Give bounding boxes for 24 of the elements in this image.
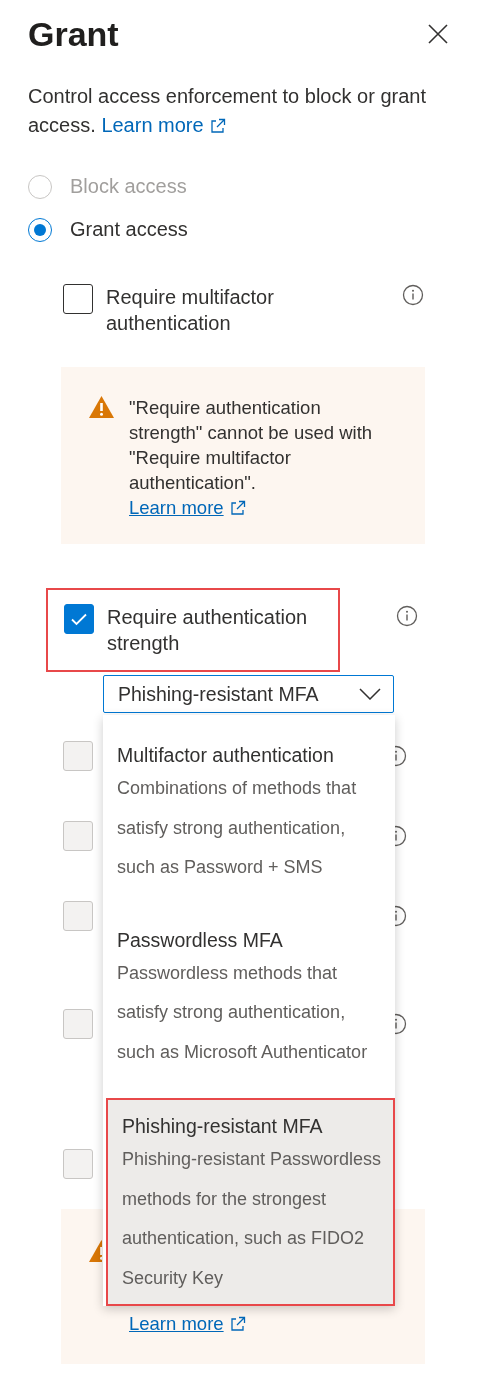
close-icon[interactable] (427, 23, 449, 45)
checkbox-label: Require authentication strength (107, 605, 309, 656)
warning-icon (88, 395, 115, 419)
strength-dropdown[interactable]: Phishing-resistant MFA (103, 675, 394, 713)
dropdown-option[interactable]: Phishing-resistant MFA Phishing-resistant Passwordless methods for the strongest authentication, such as FIDO2 Security Key (106, 1098, 395, 1306)
learn-more-link[interactable]: Learn more (101, 111, 226, 140)
checkbox[interactable] (64, 604, 94, 634)
external-link-icon (229, 499, 246, 516)
checkbox[interactable] (63, 284, 93, 314)
dropdown-option[interactable]: Passwordless MFA Passwordless methods that satisfy strong authentication, such as Microsoft Authenticator (103, 913, 395, 1078)
description-text: Control access enforcement to block or grant access. Learn more (28, 82, 438, 140)
external-link-icon (209, 117, 226, 134)
info-icon[interactable] (396, 605, 418, 627)
learn-more-link[interactable]: Learn more (129, 1311, 246, 1336)
checkbox-label: Require multifactor authentication (106, 285, 275, 336)
radio-label: Block access (70, 175, 187, 198)
external-link-icon (229, 1315, 246, 1332)
chevron-icon (359, 688, 381, 700)
info-icon[interactable] (402, 284, 424, 306)
panel-title: Grant (28, 14, 119, 54)
radio-label: Grant access (70, 218, 188, 241)
warning-text: "Require authentication strength" cannot be used with "Require multifactor authentication". (129, 396, 374, 495)
learn-more-link[interactable]: Learn more (129, 495, 246, 520)
dropdown-option[interactable]: Multifactor authentication Combinations of methods that satisfy strong authentication, such as Password + SMS (103, 729, 395, 894)
